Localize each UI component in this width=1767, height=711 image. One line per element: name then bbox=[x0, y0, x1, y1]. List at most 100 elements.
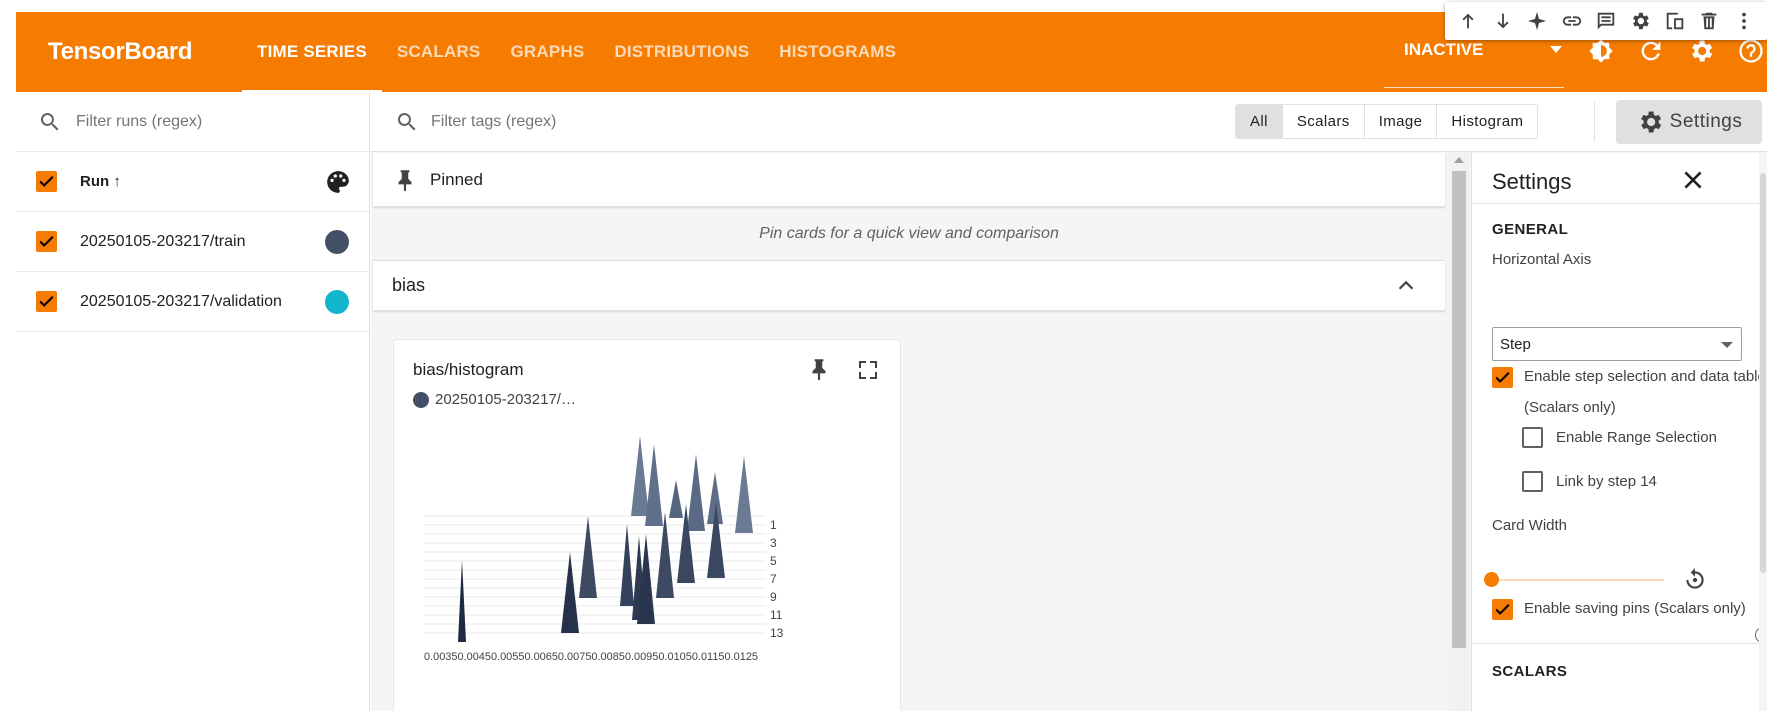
run-row-validation[interactable]: 20250105-203217/validation bbox=[16, 272, 369, 332]
chevron-down-icon bbox=[1550, 46, 1562, 53]
help-icon[interactable] bbox=[1736, 36, 1766, 66]
tab-scalars[interactable]: SCALARS bbox=[382, 12, 496, 92]
trash-icon[interactable] bbox=[1695, 7, 1723, 35]
histogram-spike bbox=[631, 436, 649, 516]
tab-time-series[interactable]: TIME SERIES bbox=[242, 12, 382, 92]
histogram-spike bbox=[561, 552, 579, 633]
card-run-label: 20250105-203217/… bbox=[435, 391, 576, 408]
card-width-label: Card Width bbox=[1492, 517, 1568, 534]
type-scalars[interactable]: Scalars bbox=[1283, 105, 1365, 138]
run-name: 20250105-203217/validation bbox=[80, 292, 282, 310]
histogram-spike bbox=[687, 454, 705, 531]
dark-mode-icon[interactable] bbox=[1586, 36, 1616, 66]
tag-filter-placeholder: Filter tags (regex) bbox=[431, 113, 557, 130]
tag-filter[interactable]: Filter tags (regex) bbox=[395, 110, 556, 134]
group-header-bias[interactable]: bias bbox=[373, 260, 1445, 311]
histogram-spike bbox=[735, 456, 753, 533]
pin-icon bbox=[398, 169, 412, 191]
runs-filter-placeholder: Filter runs (regex) bbox=[76, 112, 203, 130]
link-by-step-label: Link by step 14 bbox=[1556, 473, 1657, 490]
runs-panel: Filter runs (regex) Run ↑ 20250105-20321… bbox=[16, 92, 370, 711]
card-width-slider-thumb[interactable] bbox=[1484, 572, 1499, 587]
link-by-step-checkbox[interactable] bbox=[1522, 471, 1543, 492]
settings-pane: Settings GENERAL Horizontal Axis Step En… bbox=[1471, 153, 1767, 711]
tab-graphs[interactable]: GRAPHS bbox=[495, 12, 599, 92]
run-checkbox-train[interactable] bbox=[36, 231, 57, 252]
general-section-title: GENERAL bbox=[1492, 221, 1569, 238]
histogram-card: bias/histogram 20250105-203217/… 1 3 5 7 bbox=[393, 339, 901, 711]
divider bbox=[1594, 102, 1595, 142]
runs-filter[interactable]: Filter runs (regex) bbox=[16, 92, 369, 152]
run-row-train[interactable]: 20250105-203217/train bbox=[16, 212, 369, 272]
run-color-dot bbox=[413, 391, 429, 408]
scrollbar-thumb[interactable] bbox=[1760, 173, 1766, 573]
enable-range-selection-label: Enable Range Selection bbox=[1556, 429, 1717, 446]
search-icon bbox=[397, 113, 416, 131]
run-column-header[interactable]: Run ↑ bbox=[80, 173, 121, 190]
enable-saving-pins-checkbox[interactable] bbox=[1492, 599, 1513, 620]
reset-icon[interactable] bbox=[1682, 567, 1708, 593]
horizontal-axis-value: Step bbox=[1500, 335, 1531, 353]
arrow-down-icon[interactable] bbox=[1489, 7, 1517, 35]
chevron-up-icon[interactable] bbox=[1395, 275, 1417, 297]
scalars-only-note: (Scalars only) bbox=[1524, 399, 1616, 416]
settings-title: Settings bbox=[1492, 169, 1572, 194]
run-color-swatch[interactable] bbox=[325, 229, 349, 254]
histogram-spikes bbox=[458, 436, 753, 642]
reload-icon[interactable] bbox=[1636, 36, 1666, 66]
link-icon[interactable] bbox=[1558, 7, 1586, 35]
y-tick-label: 9 bbox=[770, 590, 777, 604]
main-scrollbar[interactable] bbox=[1449, 153, 1469, 711]
brand-title: TensorBoard bbox=[48, 38, 193, 65]
type-all[interactable]: All bbox=[1236, 105, 1283, 138]
group-title: bias bbox=[392, 275, 426, 295]
run-color-swatch[interactable] bbox=[325, 289, 349, 314]
search-icon bbox=[40, 112, 59, 130]
y-tick-label: 11 bbox=[770, 608, 783, 622]
enable-step-selection-checkbox[interactable] bbox=[1492, 367, 1513, 388]
histogram-chart: 1 3 5 7 9 11 13 0.00350.00450.00550.0065… bbox=[424, 436, 784, 663]
pinned-header: Pinned bbox=[373, 153, 1445, 207]
type-image[interactable]: Image bbox=[1365, 105, 1438, 138]
divider bbox=[1472, 203, 1767, 204]
close-icon[interactable] bbox=[1680, 167, 1706, 193]
pin-icon[interactable] bbox=[806, 356, 832, 384]
y-tick-label: 1 bbox=[770, 518, 777, 532]
more-vert-icon[interactable] bbox=[1730, 7, 1758, 35]
horizontal-axis-select[interactable]: Step bbox=[1492, 327, 1742, 361]
y-tick-label: 7 bbox=[770, 572, 777, 586]
inactive-select-label: INACTIVE bbox=[1404, 39, 1484, 59]
divider bbox=[1472, 643, 1767, 644]
enable-saving-pins-label: Enable saving pins (Scalars only) bbox=[1524, 600, 1746, 617]
tab-histograms[interactable]: HISTOGRAMS bbox=[764, 12, 911, 92]
settings-scrollbar[interactable] bbox=[1759, 153, 1767, 711]
histogram-spike bbox=[645, 444, 663, 526]
histogram-spike bbox=[669, 480, 683, 518]
arrow-up-icon[interactable] bbox=[1454, 7, 1482, 35]
header-actions bbox=[1586, 36, 1766, 66]
scroll-up-arrow-icon[interactable] bbox=[1454, 157, 1464, 163]
tab-distributions[interactable]: DISTRIBUTIONS bbox=[599, 12, 764, 92]
pinned-title: Pinned bbox=[430, 169, 483, 189]
settings-button[interactable]: Settings bbox=[1616, 100, 1762, 144]
enable-range-selection-checkbox[interactable] bbox=[1522, 427, 1543, 448]
select-all-checkbox[interactable] bbox=[36, 171, 57, 192]
palette-icon[interactable] bbox=[325, 169, 351, 195]
plugin-tabs: TIME SERIES SCALARS GRAPHS DISTRIBUTIONS… bbox=[242, 12, 911, 92]
mirror-cell-icon[interactable] bbox=[1661, 7, 1689, 35]
comment-icon[interactable] bbox=[1592, 7, 1620, 35]
card-type-toggle: All Scalars Image Histogram bbox=[1235, 104, 1539, 139]
settings-button-label: Settings bbox=[1669, 111, 1743, 132]
gear-icon[interactable] bbox=[1626, 7, 1654, 35]
type-histogram[interactable]: Histogram bbox=[1437, 105, 1537, 138]
settings-icon[interactable] bbox=[1686, 36, 1716, 66]
cell-toolbar bbox=[1445, 2, 1767, 40]
y-tick-label: 3 bbox=[770, 536, 777, 550]
sparkle-icon[interactable] bbox=[1523, 7, 1551, 35]
scrollbar-thumb[interactable] bbox=[1452, 171, 1466, 648]
fullscreen-icon[interactable] bbox=[856, 358, 880, 382]
run-checkbox-validation[interactable] bbox=[36, 291, 57, 312]
x-axis-tick-labels: 0.00350.00450.00550.00650.00750.00850.00… bbox=[424, 651, 758, 663]
runs-header-row: Run ↑ bbox=[16, 152, 369, 212]
card-width-slider-track[interactable] bbox=[1492, 579, 1664, 581]
